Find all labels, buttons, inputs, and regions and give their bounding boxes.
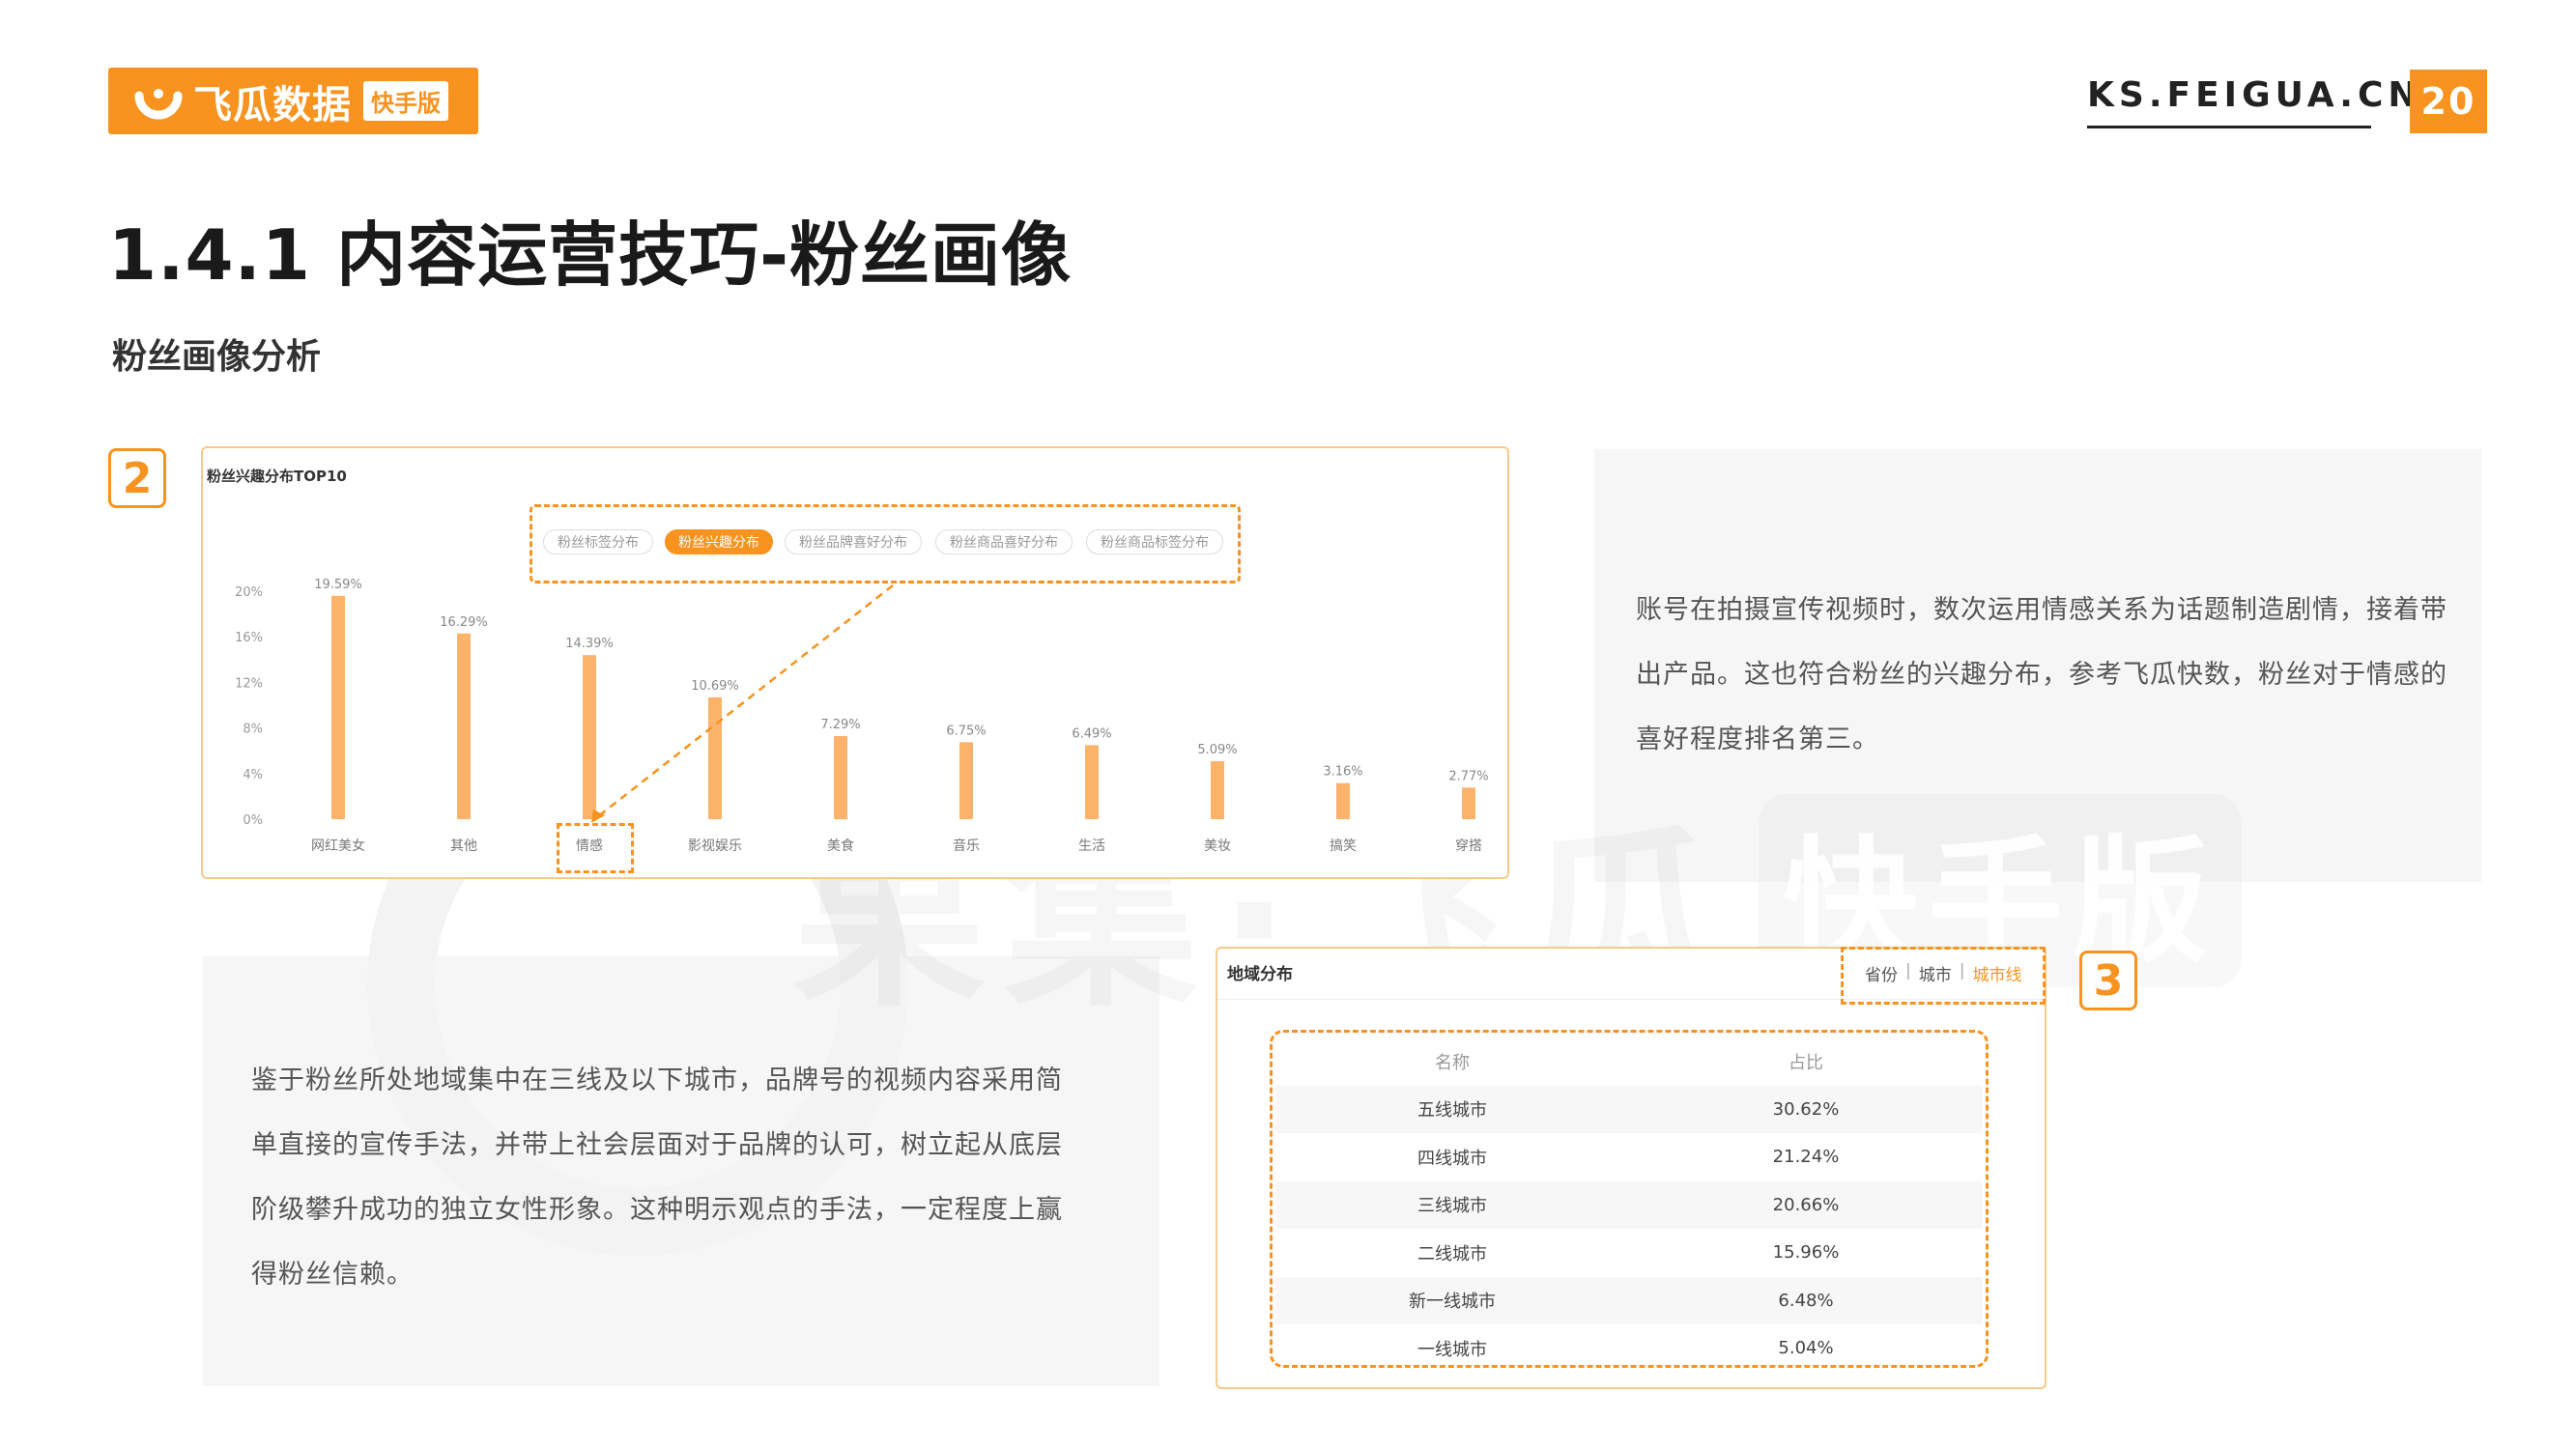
x-tick-label: 网红美女 (311, 838, 365, 854)
tab-fan-tags[interactable]: 粉丝标签分布 (543, 529, 653, 554)
x-tick-label: 穿搭 (1455, 838, 1482, 854)
interest-chart-title: 粉丝兴趣分布TOP10 (207, 468, 347, 485)
data-label: 16.29% (440, 615, 488, 630)
data-label: 2.77% (1448, 769, 1488, 783)
y-tick-label: 12% (235, 676, 263, 691)
y-tick-label: 0% (243, 813, 263, 828)
x-tick-label: 搞笑 (1330, 838, 1357, 854)
step-marker-2: 2 (108, 448, 166, 508)
bar (331, 595, 345, 819)
highlight-category-box (557, 823, 634, 873)
bar (708, 696, 722, 819)
tab-province[interactable]: 省份 (1865, 961, 1898, 985)
interest-bar-chart: 0%4%8%12%16%20%19.59%网红美女16.29%其他14.39%情… (235, 578, 1489, 854)
data-label: 5.09% (1197, 743, 1237, 757)
x-tick-label: 其他 (450, 838, 477, 854)
bar (1462, 787, 1475, 819)
tab-city-tier[interactable]: 城市线 (1972, 961, 2021, 985)
bar (834, 735, 847, 819)
bar (959, 742, 973, 819)
row-share: 20.66% (1772, 1194, 1840, 1215)
y-tick-label: 4% (243, 768, 263, 782)
site-underline (2087, 126, 2371, 128)
row-share: 30.62% (1772, 1098, 1840, 1120)
brand-badge: 快手版 (363, 81, 448, 121)
table-row: 一线城市 5.04% (1275, 1324, 1983, 1373)
x-tick-label: 音乐 (953, 838, 980, 854)
paragraph-left: 鉴于粉丝所处地域集中在三线及以下城市，品牌号的视频内容采用简单直接的宣传手法，并… (251, 1065, 1063, 1290)
region-card-title: 地域分布 (1227, 965, 1293, 984)
brand-logo: 飞瓜数据 快手版 (108, 68, 478, 134)
table-header-row: 名称 占比 (1275, 1037, 1983, 1086)
table-row: 四线城市 21.24% (1275, 1133, 1983, 1181)
tab-brand-preference[interactable]: 粉丝品牌喜好分布 (785, 529, 922, 554)
tab-product-tags[interactable]: 粉丝商品标签分布 (1086, 529, 1223, 554)
bar (1085, 745, 1099, 819)
region-tabs: 省份 | 城市 | 城市线 (1865, 961, 2021, 985)
page-number: 20 (2410, 70, 2487, 133)
data-label: 14.39% (565, 637, 614, 651)
x-tick-label: 生活 (1078, 838, 1105, 854)
brand-name: 飞瓜数据 (193, 82, 352, 128)
column-header-name: 名称 (1435, 1052, 1470, 1073)
row-share: 21.24% (1772, 1147, 1840, 1168)
row-name: 三线城市 (1417, 1196, 1487, 1217)
bar (583, 655, 596, 819)
row-name: 二线城市 (1417, 1243, 1487, 1264)
table-row: 新一线城市 6.48% (1275, 1276, 1983, 1324)
data-label: 10.69% (691, 679, 739, 694)
bar (1211, 760, 1224, 819)
row-share: 6.48% (1778, 1290, 1834, 1311)
row-name: 五线城市 (1417, 1100, 1487, 1122)
column-header-share: 占比 (1789, 1052, 1823, 1073)
row-name: 四线城市 (1417, 1148, 1487, 1169)
row-share: 15.96% (1772, 1242, 1840, 1264)
tab-separator: | (1905, 961, 1911, 980)
site-url[interactable]: KS.FEIGUA.CN (2087, 75, 2422, 115)
tab-fan-interests[interactable]: 粉丝兴趣分布 (665, 529, 773, 554)
x-tick-label: 美食 (827, 838, 854, 854)
bar (457, 633, 471, 819)
data-label: 19.59% (314, 578, 362, 592)
tab-separator: | (1959, 961, 1965, 980)
page-title: 1.4.1 内容运营技巧-粉丝画像 (108, 214, 1072, 296)
y-tick-label: 16% (235, 631, 263, 645)
pointer-arrow-line (596, 584, 894, 818)
section-subtitle: 粉丝画像分析 (112, 337, 322, 377)
y-tick-label: 8% (243, 723, 263, 737)
region-table: 名称 占比 五线城市 30.62% 四线城市 21.24% 三线城市 20.66… (1275, 1037, 1983, 1373)
table-row: 五线城市 30.62% (1275, 1085, 1983, 1133)
table-row: 三线城市 20.66% (1275, 1180, 1983, 1229)
x-tick-label: 影视娱乐 (688, 838, 742, 854)
data-label: 3.16% (1323, 765, 1362, 780)
tab-product-preference[interactable]: 粉丝商品喜好分布 (935, 529, 1073, 554)
row-name: 新一线城市 (1409, 1292, 1496, 1313)
data-label: 6.75% (946, 724, 986, 738)
row-share: 5.04% (1778, 1338, 1834, 1359)
data-label: 6.49% (1072, 726, 1111, 741)
feigua-logo-icon (134, 88, 183, 119)
step-marker-3: 3 (2079, 951, 2137, 1010)
table-row: 二线城市 15.96% (1275, 1229, 1983, 1277)
data-label: 7.29% (820, 718, 860, 732)
y-tick-label: 20% (235, 585, 263, 600)
x-tick-label: 美妆 (1204, 838, 1231, 854)
tab-city[interactable]: 城市 (1919, 961, 1952, 985)
bar (1336, 782, 1350, 819)
row-name: 一线城市 (1417, 1339, 1487, 1360)
paragraph-right: 账号在拍摄宣传视频时，数次运用情感关系为话题制造剧情，接着带出产品。这也符合粉丝… (1636, 595, 2447, 754)
